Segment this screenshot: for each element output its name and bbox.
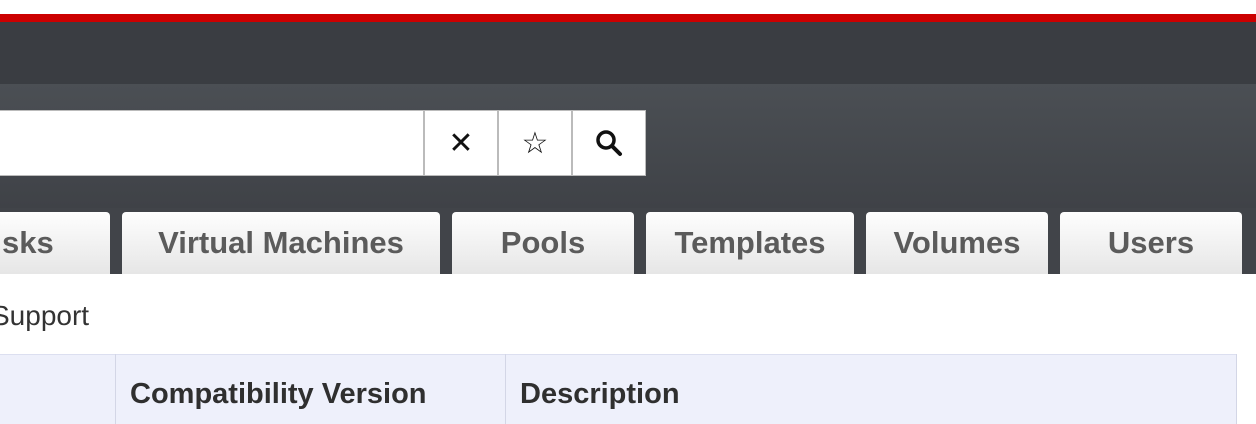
tab-label: Templates xyxy=(674,225,826,260)
column-separator[interactable] xyxy=(505,354,506,424)
tab-disks[interactable]: sks xyxy=(0,212,110,274)
tab-virtual-machines[interactable]: Virtual Machines xyxy=(122,212,440,274)
clear-search-button[interactable]: ✕ xyxy=(424,110,498,176)
search-input[interactable] xyxy=(0,110,424,176)
column-header-description[interactable]: Description xyxy=(520,378,680,411)
tab-users[interactable]: Users xyxy=(1060,212,1242,274)
tab-volumes[interactable]: Volumes xyxy=(866,212,1048,274)
column-header-compatibility-version[interactable]: Compatibility Version xyxy=(130,378,427,411)
column-separator[interactable] xyxy=(115,354,116,424)
column-separator[interactable] xyxy=(1236,354,1237,424)
tab-label: Volumes xyxy=(893,225,1021,260)
tab-pools[interactable]: Pools xyxy=(452,212,634,274)
masthead xyxy=(0,22,1256,84)
tab-templates[interactable]: Templates xyxy=(646,212,854,274)
star-icon: ☆ xyxy=(521,125,549,161)
tab-label: Pools xyxy=(500,225,586,260)
search-icon xyxy=(596,130,622,156)
tab-label: sks xyxy=(2,225,54,260)
search-button[interactable] xyxy=(572,110,646,176)
brand-accent-bar xyxy=(0,14,1256,22)
close-icon: ✕ xyxy=(448,125,474,161)
tab-label: Users xyxy=(1107,225,1195,260)
bookmark-search-button[interactable]: ☆ xyxy=(498,110,572,176)
page-subtitle: Support xyxy=(0,300,90,331)
tab-label: Virtual Machines xyxy=(158,225,404,260)
top-margin xyxy=(0,0,1256,14)
